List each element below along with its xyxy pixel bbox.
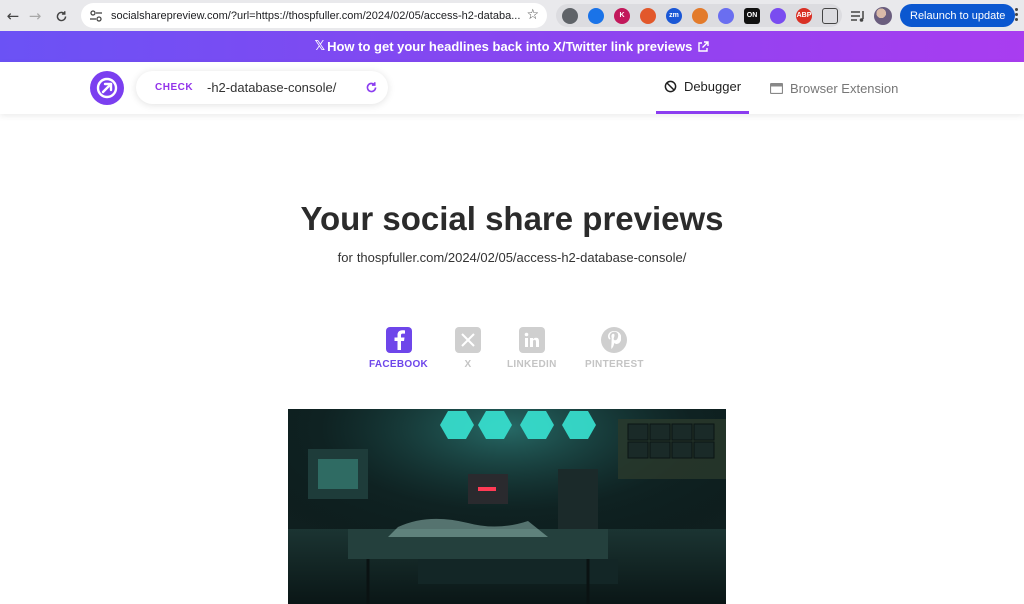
tab-browser-extension-label: Browser Extension (790, 80, 899, 96)
ext-icon-on[interactable]: ON (744, 7, 760, 24)
platform-tabs: FACEBOOK X LINKEDIN PINTEREST (0, 327, 1024, 377)
subtitle-prefix: for (337, 250, 353, 265)
tab-x-label: X (464, 359, 472, 370)
promo-banner[interactable]: 𝕏 How to get your headlines back into X/… (0, 31, 1024, 62)
forward-arrow-icon[interactable]: → (22, 3, 48, 29)
tab-browser-extension[interactable]: Browser Extension (770, 62, 905, 114)
external-link-icon (697, 40, 710, 53)
promo-banner-text[interactable]: How to get your headlines back into X/Tw… (327, 39, 692, 54)
ext-icon-k[interactable]: K (614, 7, 630, 24)
page-subtitle: for thospfuller.com/2024/02/05/access-h2-… (0, 250, 1024, 265)
ext-icon-abp[interactable]: ABP (796, 7, 812, 24)
address-bar[interactable]: socialsharepreview.com/?url=https://thos… (81, 3, 547, 28)
ext-icon-wp[interactable] (640, 7, 656, 24)
subtitle-url: thospfuller.com/2024/02/05/access-h2-dat… (356, 250, 687, 265)
browser-window-icon (770, 82, 783, 94)
tab-debugger-label: Debugger (683, 79, 742, 94)
url-input[interactable] (207, 80, 357, 95)
reading-list-icon[interactable] (850, 8, 866, 24)
ext-icon-2[interactable] (588, 7, 604, 24)
facebook-icon (385, 327, 412, 353)
ext-icon-fox[interactable] (692, 7, 708, 24)
x-icon (455, 327, 481, 353)
tab-linkedin[interactable]: LINKEDIN (507, 327, 557, 370)
address-url: socialsharepreview.com/?url=https://thos… (111, 9, 521, 22)
extensions-bar: Kzm ON ABP (556, 4, 842, 27)
reload-icon[interactable] (48, 3, 74, 29)
linkedin-icon (518, 327, 545, 353)
tab-facebook-label: FACEBOOK (369, 359, 429, 370)
toolbar-right: Relaunch to update (850, 4, 1016, 27)
tab-x[interactable]: X (455, 327, 481, 370)
tab-pinterest-label: PINTEREST (585, 359, 644, 370)
url-check-box: CHECK (136, 71, 388, 104)
check-button[interactable]: CHECK (155, 82, 207, 93)
bookmark-star-icon[interactable]: ☆ (526, 7, 539, 23)
ext-icon-cloud[interactable] (718, 7, 734, 24)
preview-image (288, 409, 726, 604)
tab-debugger[interactable]: Debugger (656, 62, 749, 114)
site-logo-icon[interactable] (90, 71, 124, 105)
ext-icon-1[interactable] (562, 7, 578, 24)
browser-menu-icon[interactable] (1015, 8, 1019, 21)
tab-pinterest[interactable]: PINTEREST (585, 327, 644, 370)
profile-avatar[interactable] (874, 6, 892, 25)
app-header: CHECK Debugger Browser Extension (0, 62, 1024, 114)
refresh-icon[interactable] (364, 80, 378, 94)
x-logo-icon: 𝕏 (314, 39, 326, 54)
tab-facebook[interactable]: FACEBOOK (369, 327, 428, 370)
ext-icon-zm[interactable]: zm (666, 7, 682, 24)
relaunch-button[interactable]: Relaunch to update (900, 4, 1016, 27)
extensions-puzzle-icon[interactable] (822, 7, 838, 24)
tab-linkedin-label: LINKEDIN (507, 359, 557, 370)
site-settings-icon[interactable] (89, 9, 103, 23)
ext-icon-circle[interactable] (770, 7, 786, 24)
browser-toolbar: ← → socialsharepreview.com/?url=https://… (0, 0, 1024, 31)
page-title: Your social share previews (300, 200, 724, 237)
debug-icon (664, 80, 677, 93)
pinterest-icon (601, 327, 628, 353)
